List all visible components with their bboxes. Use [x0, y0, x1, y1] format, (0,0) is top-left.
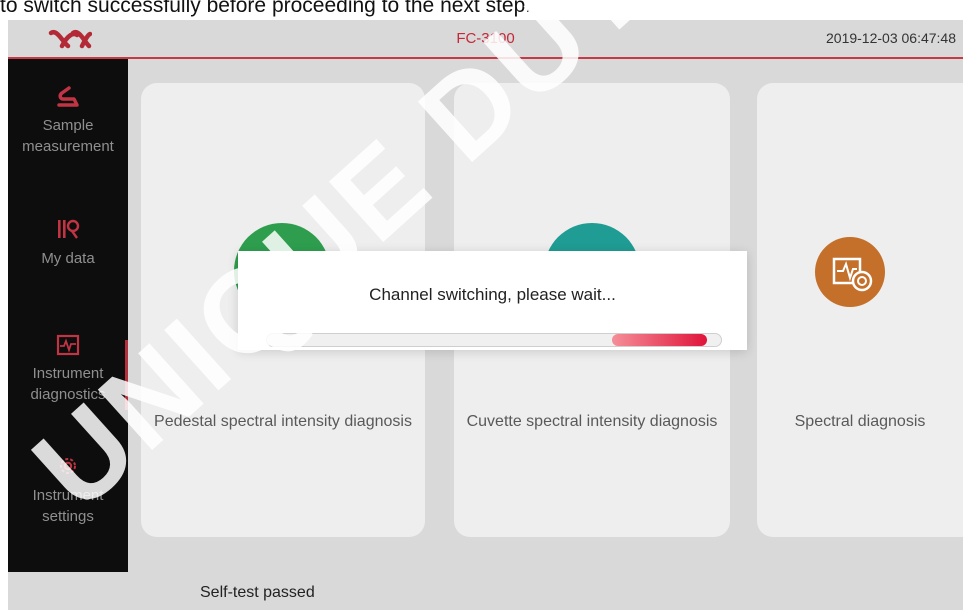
card-label: Spectral diagnosis: [794, 413, 926, 430]
sidebar-item-sample-measurement[interactable]: Sample measurement: [8, 84, 128, 157]
sidebar-item-my-data[interactable]: My data: [8, 217, 128, 269]
progress-fill: [612, 334, 708, 346]
app-screen: FC-3100 2019-12-03 06:47:48 Sample measu…: [8, 20, 963, 610]
sidebar-item-label: My data: [41, 250, 95, 267]
active-indicator: [125, 340, 128, 410]
progress-bar: [266, 333, 722, 347]
pedestal-icon: [57, 86, 79, 107]
device-title: FC-3100: [456, 30, 515, 47]
sidebar-item-label: Instrument settings: [32, 487, 104, 525]
spectral-diagnosis-glyph-icon: [832, 257, 873, 292]
top-bar: FC-3100 2019-12-03 06:47:48: [8, 20, 963, 59]
sidebar-item-instrument-diagnostics[interactable]: Instrument diagnostics: [8, 334, 128, 405]
gear-icon: [60, 458, 76, 474]
card-label: Pedestal spectral intensity diagnosis: [154, 413, 412, 430]
sidebar: Sample measurement My data Instrument di…: [8, 59, 128, 572]
datetime: 2019-12-03 06:47:48: [826, 30, 956, 46]
data-icon: [58, 219, 80, 239]
sidebar-item-instrument-settings[interactable]: Instrument settings: [8, 454, 128, 527]
sidebar-item-label: Sample measurement: [22, 117, 114, 155]
card-spectral-diagnosis[interactable]: Spectral diagnosis: [757, 83, 963, 537]
waveform-icon: [56, 334, 80, 356]
status-text: Self-test passed: [200, 584, 315, 601]
progress-dialog: Channel switching, please wait...: [238, 251, 747, 350]
document-caption: to switch successfully before proceeding…: [0, 0, 532, 17]
sidebar-item-label: Instrument diagnostics: [30, 365, 106, 403]
spectral-diagnosis-icon: [815, 237, 885, 307]
status-bar: Self-test passed: [8, 572, 963, 610]
card-label: Cuvette spectral intensity diagnosis: [466, 413, 718, 430]
dialog-message: Channel switching, please wait...: [369, 285, 616, 304]
